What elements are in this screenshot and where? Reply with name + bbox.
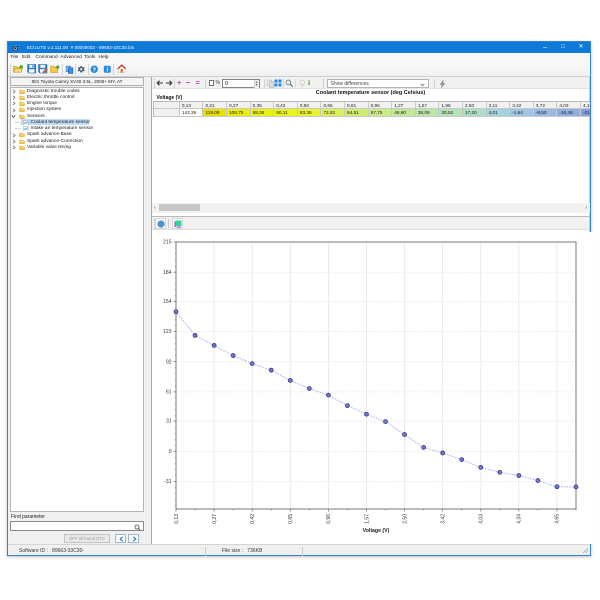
svg-text:0,65: 0,65 [288,514,294,524]
svg-text:31: 31 [166,419,172,425]
svg-text:3,42: 3,42 [440,514,446,524]
svg-text:0: 0 [169,449,172,455]
svg-text:154: 154 [163,299,172,305]
svg-text:-31: -31 [164,479,171,485]
svg-text:61: 61 [166,390,172,396]
svg-text:4,03: 4,03 [479,514,485,524]
svg-text:0,42: 0,42 [250,514,256,524]
svg-text:184: 184 [163,270,172,276]
svg-text:1,57: 1,57 [364,514,370,524]
svg-text:4,34: 4,34 [517,514,523,524]
svg-text:?: ? [92,67,96,73]
svg-text:215: 215 [163,240,172,246]
svg-text:123: 123 [163,329,172,335]
svg-text:92: 92 [166,359,172,365]
svg-text:4,65: 4,65 [555,514,561,524]
svg-text:0,27: 0,27 [212,514,218,524]
svg-text:0,13: 0,13 [174,514,180,524]
svg-text:2,50: 2,50 [402,514,408,524]
svg-text:0,96: 0,96 [326,514,332,524]
svg-text:Voltage (V): Voltage (V) [363,528,390,534]
